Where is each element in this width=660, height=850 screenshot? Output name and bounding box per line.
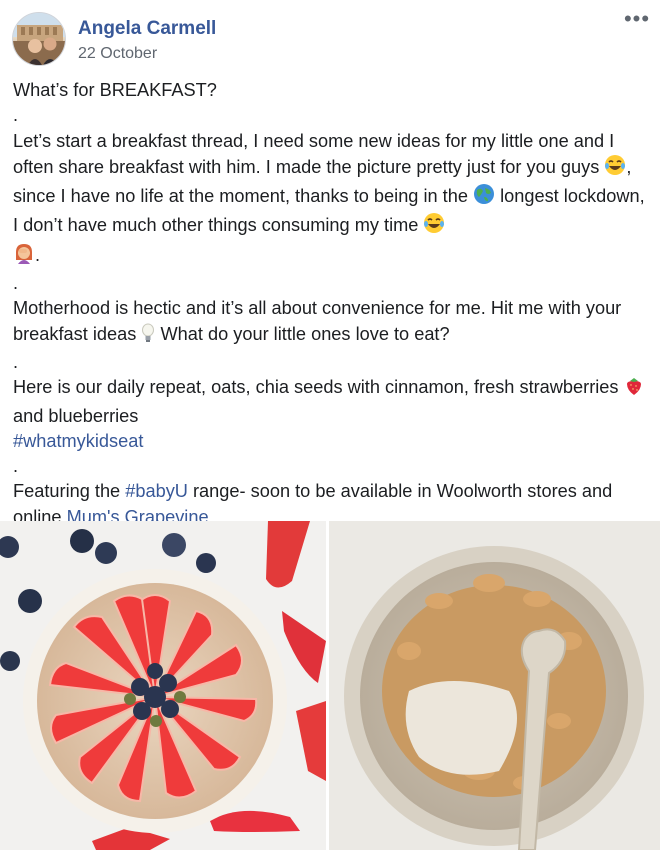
photo-grid (0, 521, 660, 850)
paragraph-2: Motherhood is hectic and it’s all about … (13, 296, 649, 350)
laughing-with-tears-icon (423, 212, 445, 241)
paragraph-3: Here is our daily repeat, oats, chia see… (13, 375, 649, 429)
more-options-button[interactable]: ••• (622, 8, 652, 34)
post-title-line: What’s for BREAKFAST? (13, 80, 217, 100)
separator-dot: . (13, 105, 19, 126)
photo-breakfast-bowl-eaten[interactable] (329, 521, 660, 850)
hashtag-line: #whatmykidseat (13, 429, 649, 454)
post-header: Angela Carmell 22 October ••• (12, 8, 652, 68)
author-name[interactable]: Angela Carmell (78, 18, 216, 40)
paragraph-2-text-b: What do your little ones love to eat? (155, 323, 450, 344)
hashtag-whatmykidseat-link[interactable]: #whatmykidseat (13, 431, 143, 451)
paragraph-1-text-d: . (35, 244, 41, 265)
post-date[interactable]: 22 October (78, 45, 157, 63)
paragraph-1-text-a: Let’s start a breakfast thread, I need s… (13, 130, 615, 177)
paragraph-3-text-a: Here is our daily repeat, oats, chia see… (13, 377, 624, 398)
avatar[interactable] (12, 12, 66, 66)
paragraph-4-text-a: Featuring the (13, 481, 126, 502)
globe-icon (473, 183, 495, 212)
paragraph-1: Let’s start a breakfast thread, I need s… (13, 129, 649, 271)
hashtag-babyu-link[interactable]: #babyU (125, 481, 188, 501)
separator-dot: . (13, 456, 19, 477)
separator-dot: . (13, 351, 19, 372)
paragraph-3-text-b: and blueberries (13, 405, 139, 426)
laughing-with-tears-icon (604, 154, 626, 183)
photo-breakfast-bowl-decorated[interactable] (0, 521, 326, 850)
post-text: What’s for BREAKFAST? . Let’s start a br… (13, 78, 649, 530)
woman-facepalming-icon (13, 242, 35, 271)
light-bulb-icon (141, 323, 155, 350)
separator-dot: . (13, 273, 19, 294)
strawberry-icon (624, 376, 644, 403)
